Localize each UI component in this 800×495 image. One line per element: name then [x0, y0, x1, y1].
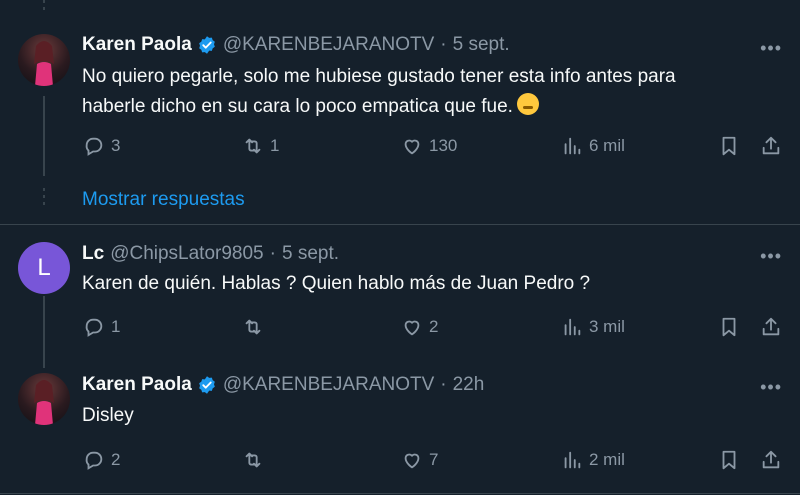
- tweet-text: No quiero pegarle, solo me hubiese gusta…: [82, 62, 676, 122]
- like-icon: [404, 139, 420, 155]
- timestamp[interactable]: 5 sept.: [453, 34, 510, 56]
- separator: ·: [440, 34, 447, 55]
- thread-line-dotted: [43, 188, 45, 209]
- reply-icon: [85, 137, 103, 156]
- timestamp[interactable]: 22h: [453, 374, 485, 396]
- avatar[interactable]: [18, 34, 70, 86]
- divider: [0, 224, 800, 225]
- thread-line: [43, 296, 45, 368]
- views-icon: [564, 318, 581, 336]
- tweet-text: Disley: [82, 405, 134, 426]
- share-button[interactable]: [760, 135, 788, 157]
- frustrated-face-emoji-icon: [516, 93, 539, 115]
- bookmark-button[interactable]: [718, 449, 746, 471]
- views-icon: [564, 451, 581, 469]
- share-button[interactable]: [760, 449, 788, 471]
- reply-count: 1: [111, 317, 121, 336]
- author-handle[interactable]: @ChipsLator9805: [110, 243, 263, 265]
- thread-line-top: [43, 0, 45, 14]
- bookmark-button[interactable]: [718, 316, 746, 338]
- bookmark-button[interactable]: [718, 135, 746, 157]
- views-count: 2 mil: [589, 450, 625, 469]
- show-replies-link[interactable]: Mostrar respuestas: [82, 189, 245, 211]
- like-icon: [404, 320, 420, 336]
- more-icon[interactable]: •••: [760, 38, 782, 59]
- views-count: 3 mil: [589, 317, 625, 336]
- like-button[interactable]: 2: [401, 316, 438, 338]
- share-button[interactable]: [760, 316, 788, 338]
- retweet-count: 1: [270, 136, 280, 155]
- more-icon[interactable]: •••: [760, 377, 782, 398]
- like-count: 7: [429, 450, 439, 469]
- timestamp[interactable]: 5 sept.: [282, 243, 339, 265]
- retweet-button[interactable]: 1: [242, 135, 279, 157]
- verified-icon: [198, 376, 215, 394]
- tweet-text-line: No quiero pegarle, solo me hubiese gusta…: [82, 66, 676, 87]
- more-icon[interactable]: •••: [760, 246, 782, 267]
- reply-button[interactable]: 1: [83, 316, 120, 338]
- author-handle[interactable]: @KARENBEJARANOTV: [223, 374, 434, 396]
- retweet-button[interactable]: [242, 316, 270, 338]
- author-handle[interactable]: @KARENBEJARANOTV: [223, 34, 434, 56]
- reply-button[interactable]: 2: [83, 449, 120, 471]
- separator: ·: [269, 243, 276, 264]
- reply-button[interactable]: 3: [83, 135, 120, 157]
- views-count: 6 mil: [589, 136, 625, 155]
- views-button[interactable]: 2 mil: [561, 449, 625, 471]
- like-button[interactable]: 7: [401, 449, 438, 471]
- bookmark-icon: [722, 136, 736, 156]
- bookmark-icon: [722, 450, 736, 470]
- retweet-icon: [245, 452, 261, 468]
- avatar-letter: L: [37, 254, 51, 281]
- verified-icon: [198, 36, 215, 54]
- reply-count: 2: [111, 450, 121, 469]
- views-button[interactable]: 6 mil: [561, 135, 625, 157]
- thread-line: [43, 96, 45, 176]
- author-name[interactable]: Karen Paola: [82, 34, 192, 56]
- like-icon: [404, 453, 420, 469]
- tweet-text: Karen de quién. Hablas ? Quien hablo más…: [82, 273, 591, 294]
- reply-icon: [85, 318, 103, 337]
- share-icon: [762, 317, 780, 336]
- retweet-button[interactable]: [242, 449, 270, 471]
- tweet-text-line: haberle dicho en su cara lo poco empatic…: [82, 96, 513, 117]
- bookmark-icon: [722, 317, 736, 337]
- like-count: 2: [429, 317, 439, 336]
- like-count: 130: [429, 136, 458, 155]
- retweet-icon: [245, 319, 261, 335]
- avatar[interactable]: L: [18, 242, 70, 294]
- share-icon: [762, 450, 780, 469]
- views-button[interactable]: 3 mil: [561, 316, 625, 338]
- divider: [0, 493, 800, 494]
- share-icon: [762, 136, 780, 155]
- retweet-icon: [245, 138, 261, 154]
- author-name[interactable]: Lc: [82, 243, 104, 265]
- views-icon: [564, 137, 581, 155]
- avatar[interactable]: [18, 373, 70, 425]
- separator: ·: [440, 374, 447, 395]
- author-name[interactable]: Karen Paola: [82, 374, 192, 396]
- like-button[interactable]: 130: [401, 135, 457, 157]
- reply-icon: [85, 451, 103, 470]
- reply-count: 3: [111, 136, 121, 155]
